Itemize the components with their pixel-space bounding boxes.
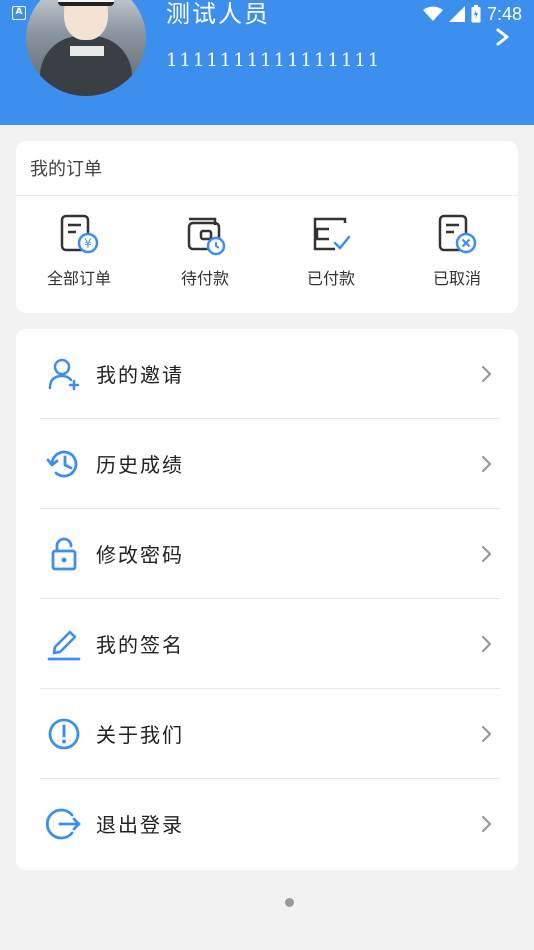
chevron-right-icon — [481, 815, 492, 833]
history-icon — [46, 450, 78, 478]
info-icon — [48, 718, 80, 750]
menu-item-signature[interactable]: 我的签名 — [16, 599, 518, 689]
order-paid-button[interactable]: 已付款 — [276, 213, 386, 299]
menu-item-label: 修改密码 — [96, 543, 184, 567]
status-time: 7:48 — [486, 3, 522, 24]
profile-header: A 7:48 测试人员 1111111111111111 — [0, 0, 534, 125]
battery-icon — [471, 5, 481, 23]
chevron-right-icon — [481, 635, 492, 653]
menu-item-about[interactable]: 关于我们 — [16, 689, 518, 779]
signal-icon — [448, 6, 465, 22]
order-all-button[interactable]: ¥ 全部订单 — [24, 213, 134, 299]
add-user-icon — [48, 358, 80, 391]
user-name: 测试人员 — [166, 0, 270, 28]
orders-title: 我的订单 — [30, 159, 102, 180]
menu-item-change-password[interactable]: 修改密码 — [16, 509, 518, 599]
app-notification-icon: A — [12, 6, 26, 20]
orders-divider — [16, 195, 518, 196]
avatar-body — [40, 36, 132, 96]
menu-item-history[interactable]: 历史成绩 — [16, 419, 518, 509]
menu-item-label: 关于我们 — [96, 723, 184, 747]
order-cancelled-icon — [438, 214, 477, 254]
order-paid-label: 已付款 — [306, 269, 355, 288]
order-all-label: 全部订单 — [46, 269, 111, 288]
order-pending-label: 待付款 — [180, 269, 229, 288]
chevron-right-icon — [481, 365, 492, 383]
pen-icon — [47, 630, 81, 661]
menu-item-invitations[interactable]: 我的邀请 — [16, 329, 518, 419]
order-cancelled-button[interactable]: 已取消 — [402, 213, 512, 299]
logout-icon — [46, 808, 81, 840]
user-id: 1111111111111111 — [166, 50, 382, 71]
menu-item-label: 退出登录 — [96, 813, 184, 837]
chevron-right-icon — [481, 725, 492, 743]
lock-icon — [51, 537, 77, 571]
status-bar-right: 7:48 — [422, 2, 522, 26]
menu-card: 我的邀请 历史成绩 修改密码 我的签名 关于我们 退出登录 — [16, 329, 518, 870]
avatar-head — [64, 0, 108, 40]
page-indicator-dot — [285, 898, 294, 907]
avatar-hat — [58, 0, 114, 6]
all-orders-icon: ¥ — [60, 214, 99, 254]
chevron-right-icon — [481, 545, 492, 563]
wifi-icon — [422, 6, 443, 21]
chevron-right-icon — [481, 455, 492, 473]
order-cancelled-label: 已取消 — [432, 269, 481, 288]
profile-chevron-right-icon[interactable] — [494, 28, 512, 46]
wallet-paid-icon — [313, 217, 351, 251]
menu-item-logout[interactable]: 退出登录 — [16, 779, 518, 869]
menu-item-label: 我的签名 — [96, 633, 184, 657]
orders-card: 我的订单 ¥ 全部订单 待付款 已付款 已取消 — [16, 141, 518, 313]
menu-item-label: 历史成绩 — [96, 453, 184, 477]
avatar[interactable] — [26, 0, 146, 96]
wallet-pending-icon — [187, 217, 226, 256]
order-pending-button[interactable]: 待付款 — [150, 213, 260, 299]
svg-text:¥: ¥ — [84, 237, 92, 251]
menu-item-label: 我的邀请 — [96, 363, 184, 387]
